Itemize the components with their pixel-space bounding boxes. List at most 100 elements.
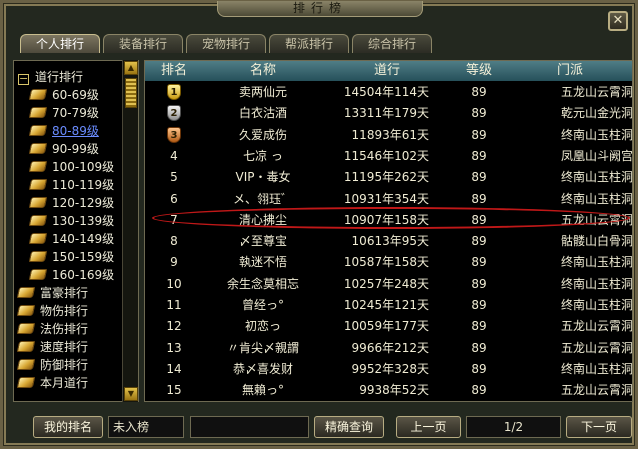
sidebar-sub-item[interactable]: 90-99级 [28,140,99,158]
cell-dao: 10257年248天 [343,276,429,291]
my-rank-button[interactable]: 我的排名 [33,416,103,438]
book-icon [28,89,48,100]
sidebar-item[interactable]: 法伤排行 [16,320,88,338]
sidebar-item[interactable]: 防御排行 [16,356,88,374]
sidebar-sub-item[interactable]: 140-149级 [28,230,115,248]
sidebar-item[interactable]: 速度排行 [16,338,88,356]
cell-sect: 五龙山云霄洞 [560,340,633,355]
sidebar-sub-item[interactable]: 60-69级 [28,86,99,104]
rank-number: 14 [166,361,182,376]
cell-rank: 13 [145,338,203,358]
table-row[interactable]: 6 メ、翎珏゛ 10931年354天 89 终南山玉柱洞 [145,189,632,209]
collapse-icon[interactable]: − [18,73,29,85]
cell-level: 89 [471,234,487,249]
table-row[interactable]: 14 恭〆喜发财 9952年328天 89 终南山玉柱洞 [145,359,632,379]
ranking-category-list: − 道行排行 60-69级 70-79级 80-89级 90-99级 100-109级 110… [13,60,139,402]
sidebar-item[interactable]: 本月道行 [16,374,88,392]
cell-name: 久爱成伤 [238,127,287,142]
table-row[interactable]: 2 白衣沽酒 13311年179天 89 乾元山金光洞 [145,103,632,123]
prev-page-button[interactable]: 上一页 [396,416,461,438]
sidebar-sub-item[interactable]: 80-89级 [28,122,99,140]
sidebar-sub-label: 140-149级 [52,232,115,246]
sidebar-sub-item[interactable]: 160-169级 [28,266,115,284]
table-row[interactable]: 8 〆至尊宝 10613年95天 89 骷髅山白骨洞 [145,231,632,251]
book-icon [28,179,48,190]
book-icon [28,269,48,280]
cell-name: 執迷不悟 [238,255,287,270]
sidebar-sub-item[interactable]: 70-79级 [28,104,99,122]
cell-sect: 骷髅山白骨洞 [560,234,633,249]
book-icon [16,359,36,370]
table-row[interactable]: 7 清心拂尘 10907年158天 89 五龙山云霄洞 [145,210,632,230]
tab-3[interactable]: 帮派排行 [269,34,349,53]
rank-number: 5 [170,170,178,185]
cell-name: 卖两仙元 [238,85,287,99]
scroll-thumb[interactable] [125,78,137,108]
table-row[interactable]: 11 曾经っ° 10245年121天 89 终南山玉柱洞 [145,295,632,315]
table-row[interactable]: 9 執迷不悟 10587年158天 89 终南山玉柱洞 [145,252,632,272]
book-icon [28,161,48,172]
header-level: 等级 [465,63,492,78]
table-row[interactable]: 12 初恋っ 10059年177天 89 五龙山云霄洞 [145,316,632,336]
cell-name: 七凉 っ [243,148,283,163]
tab-1[interactable]: 装备排行 [103,34,183,53]
cell-name: 〃肯尖〆親謂 [226,340,299,355]
book-icon [28,215,48,226]
sidebar-sub-item[interactable]: 130-139级 [28,212,114,230]
book-icon [16,323,36,334]
cell-rank: 9 [145,252,203,272]
sidebar-group-dao[interactable]: − 道行排行 [18,68,83,86]
sidebar-scrollbar[interactable]: ▲ ▼ [122,60,138,402]
cell-name: メ、翎珏゛ [232,191,293,206]
header-rank: 排名 [160,63,187,78]
table-row[interactable]: 15 無賴っ° 9938年52天 89 五龙山云霄洞 [145,380,632,400]
search-input[interactable] [190,416,309,438]
table-row[interactable]: 13 〃肯尖〆親謂 9966年212天 89 五龙山云霄洞 [145,338,632,358]
my-rank-value: 未入榜 [108,416,184,438]
cell-sect: 终南山玉柱洞 [560,255,633,270]
cell-dao: 10907年158天 [343,212,429,227]
header-name: 名称 [249,63,276,78]
scroll-down-icon[interactable]: ▼ [124,387,138,401]
sidebar-item[interactable]: 富豪排行 [16,284,89,302]
sidebar-item[interactable]: 物伤排行 [16,302,89,320]
table-row[interactable]: 4 七凉 っ 11546年102天 89 凤凰山斗阙宫 [145,146,632,166]
cell-rank: 5 [145,167,203,187]
tab-2[interactable]: 宠物排行 [186,34,266,53]
sidebar-item-label: 富豪排行 [40,286,89,300]
rank-number: 10 [166,276,182,291]
sidebar-sub-item[interactable]: 150-159级 [28,248,114,266]
sidebar-sub-label: 160-169级 [52,268,115,282]
tab-4[interactable]: 综合排行 [352,34,432,53]
sidebar-sub-item[interactable]: 100-109级 [28,158,114,176]
rank-number: 11 [166,298,182,312]
cell-level: 89 [471,298,487,312]
rank-number: 4 [170,148,178,163]
book-icon [16,377,36,388]
rank-number: 6 [170,191,178,206]
cell-sect: 终南山玉柱洞 [560,170,633,185]
sidebar-sub-item[interactable]: 120-129级 [28,194,114,212]
cell-sect: 五龙山云霄洞 [560,383,633,398]
cell-level: 89 [471,276,487,291]
cell-level: 89 [471,170,487,185]
cell-rank: 11 [145,295,203,315]
next-page-button[interactable]: 下一页 [566,416,632,438]
table-row[interactable]: 5 VIP・毒女 11195年262天 89 终南山玉柱洞 [145,167,632,187]
sidebar-item-label: 物伤排行 [40,304,89,318]
exact-search-button[interactable]: 精确查询 [314,416,384,438]
cell-dao: 11546年102天 [343,148,429,163]
table-row[interactable]: 10 余生念莫相忘 10257年248天 89 终南山玉柱洞 [145,274,632,294]
tab-0[interactable]: 个人排行 [20,34,100,53]
table-row[interactable]: 3 久爱成伤 11893年61天 89 终南山玉柱洞 [145,125,632,145]
cell-dao: 10059年177天 [343,319,429,334]
book-icon [28,233,48,244]
cell-sect: 乾元山金光洞 [560,106,633,121]
scroll-up-icon[interactable]: ▲ [124,61,138,75]
cell-dao: 9952年328天 [351,361,429,376]
cell-rank: 7 [145,210,203,230]
sidebar-sub-item[interactable]: 110-119级 [28,176,114,194]
table-row[interactable]: 1 卖两仙元 14504年114天 89 五龙山云霄洞 [145,82,632,102]
close-icon[interactable]: ✕ [608,11,628,31]
cell-dao: 11195年262天 [343,170,429,185]
